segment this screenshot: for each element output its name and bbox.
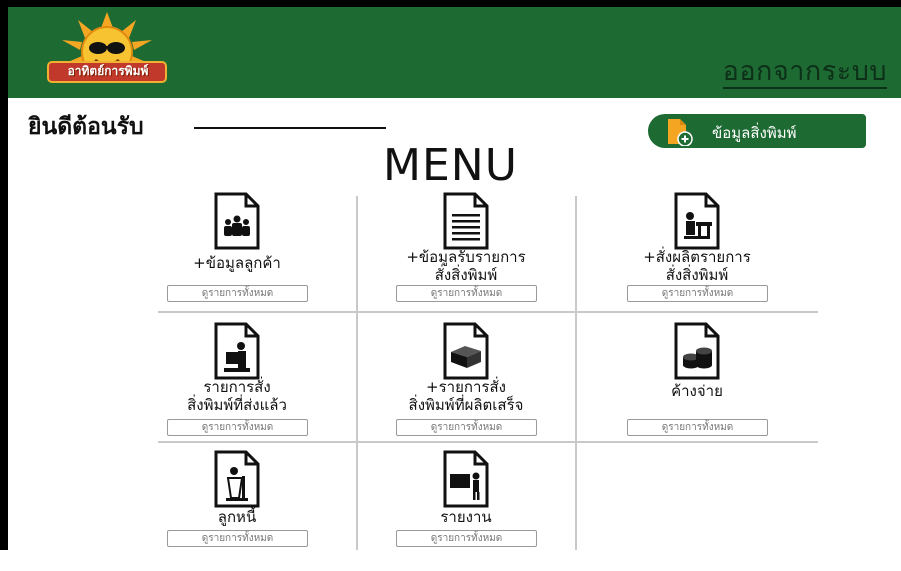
menu-item-title: รายการสั่ง สิ่งพิมพ์ที่ส่งแล้ว bbox=[187, 378, 287, 414]
coins-icon bbox=[674, 322, 720, 380]
view-all-button[interactable]: ดูรายการทั้งหมด bbox=[167, 530, 308, 547]
brand-name: อาทิตย์การพิมพ์ bbox=[67, 64, 149, 78]
grid-divider bbox=[158, 311, 818, 313]
menu-item-outstanding-payment[interactable]: ค้างจ่าย ดูรายการทั้งหมด bbox=[597, 316, 797, 441]
menu-item-print-orders[interactable]: +ข้อมูลรับรายการ สั่งสิ่งพิมพ์ ดูรายการท… bbox=[366, 186, 566, 311]
sun-logo-icon bbox=[47, 12, 167, 83]
menu-item-title: รายงาน bbox=[440, 508, 492, 526]
menu-item-delivered-orders[interactable]: รายการสั่ง สิ่งพิมพ์ที่ส่งแล้ว ดูรายการท… bbox=[137, 316, 337, 441]
app-header: อาทิตย์การพิมพ์ ออกจากระบบ bbox=[8, 7, 901, 98]
view-all-button[interactable]: ดูรายการทั้งหมด bbox=[396, 419, 537, 436]
view-all-button[interactable]: ดูรายการทั้งหมด bbox=[627, 419, 768, 436]
view-all-button[interactable]: ดูรายการทั้งหมด bbox=[396, 285, 537, 302]
menu-item-title: +สั่งผลิตรายการ สั่งสิ่งพิมพ์ bbox=[643, 248, 751, 284]
delivery-icon bbox=[214, 322, 260, 380]
menu-title: MENU bbox=[383, 140, 518, 191]
username-underline bbox=[194, 127, 386, 129]
view-all-button[interactable]: ดูรายการทั้งหมด bbox=[167, 419, 308, 436]
document-lines-icon bbox=[443, 192, 489, 250]
box-icon bbox=[443, 322, 489, 380]
logout-link[interactable]: ออกจากระบบ bbox=[722, 57, 887, 89]
menu-item-report[interactable]: รายงาน ดูรายการทั้งหมด bbox=[366, 446, 566, 571]
grid-divider bbox=[158, 441, 818, 443]
menu-item-debtors[interactable]: ลูกหนี้ ดูรายการทั้งหมด bbox=[137, 446, 337, 571]
grid-divider bbox=[356, 196, 358, 550]
menu-item-title: ค้างจ่าย bbox=[671, 382, 723, 400]
menu-item-title: +รายการสั่ง สิ่งพิมพ์ที่ผลิตเสร็จ bbox=[408, 378, 524, 414]
grid-divider bbox=[575, 196, 577, 550]
view-all-button[interactable]: ดูรายการทั้งหมด bbox=[627, 285, 768, 302]
menu-item-title: +ข้อมูลลูกค้า bbox=[193, 254, 281, 272]
brand-logo[interactable]: อาทิตย์การพิมพ์ bbox=[38, 10, 176, 95]
customers-icon bbox=[214, 192, 260, 250]
report-icon bbox=[443, 450, 489, 508]
menu-item-title: ลูกหนี้ bbox=[217, 508, 257, 526]
menu-item-completed-orders[interactable]: +รายการสั่ง สิ่งพิมพ์ที่ผลิตเสร็จ ดูรายก… bbox=[366, 316, 566, 441]
debtor-icon bbox=[214, 450, 260, 508]
frame-border-top bbox=[0, 0, 901, 7]
view-all-button[interactable]: ดูรายการทั้งหมด bbox=[396, 530, 537, 547]
production-icon bbox=[674, 192, 720, 250]
menu-item-title: +ข้อมูลรับรายการ สั่งสิ่งพิมพ์ bbox=[406, 248, 526, 284]
frame-border-left bbox=[0, 0, 8, 550]
menu-item-customers[interactable]: +ข้อมูลลูกค้า ดูรายการทั้งหมด bbox=[137, 186, 337, 311]
view-all-button[interactable]: ดูรายการทั้งหมด bbox=[167, 285, 308, 302]
menu-item-production-orders[interactable]: +สั่งผลิตรายการ สั่งสิ่งพิมพ์ ดูรายการทั… bbox=[597, 186, 797, 311]
